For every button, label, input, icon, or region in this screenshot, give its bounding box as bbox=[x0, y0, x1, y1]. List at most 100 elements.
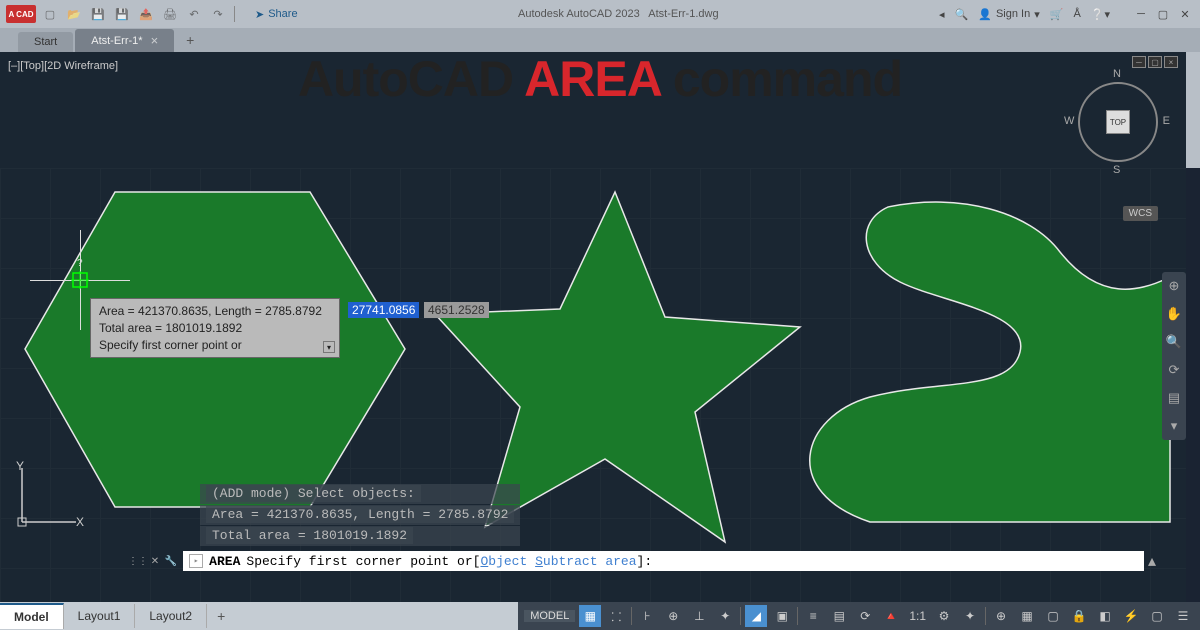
status-lwt-icon[interactable]: ≡ bbox=[802, 605, 824, 627]
status-scale-label[interactable]: 1:1 bbox=[906, 605, 929, 627]
overlay-title: AutoCAD AREA command bbox=[0, 50, 1200, 108]
status-dyninput-icon[interactable]: ⊕ bbox=[662, 605, 684, 627]
tooltip-line-prompt: Specify first corner point or bbox=[99, 337, 331, 354]
command-expand-icon[interactable]: ▴ bbox=[1148, 551, 1156, 571]
tab-active-document[interactable]: Atst-Err-1* × bbox=[75, 29, 174, 52]
history-line: Area = 421370.8635, Length = 2785.8792 bbox=[206, 506, 514, 523]
status-grid-icon[interactable]: ▦ bbox=[579, 605, 601, 627]
close-icon[interactable]: ✕ bbox=[1176, 6, 1194, 22]
command-line[interactable]: ▸ AREA Specify first corner point or [ O… bbox=[183, 551, 1144, 571]
status-snap-icon[interactable]: ⸬ bbox=[605, 605, 627, 627]
redo-icon[interactable]: ↷ bbox=[210, 6, 226, 22]
share-button[interactable]: ➤ Share bbox=[255, 8, 298, 21]
tooltip-line-total: Total area = 1801019.1892 bbox=[99, 320, 331, 337]
viewcube-west[interactable]: W bbox=[1064, 115, 1074, 127]
chevron-left-icon[interactable]: ◂ bbox=[939, 8, 945, 21]
status-custom-icon[interactable]: ☰ bbox=[1172, 605, 1194, 627]
status-polar-icon[interactable]: ✦ bbox=[714, 605, 736, 627]
status-transparency-icon[interactable]: ▤ bbox=[828, 605, 850, 627]
title-bar-right: ◂ 🔍 👤 Sign In ▾ 🛒 Å ❔▾ ─ ▢ ✕ bbox=[939, 6, 1194, 22]
status-isolate-icon[interactable]: ◧ bbox=[1094, 605, 1116, 627]
dynamic-input-x[interactable]: 27741.0856 bbox=[348, 302, 419, 318]
tab-start[interactable]: Start bbox=[18, 32, 73, 52]
plot-icon[interactable]: 🖨 bbox=[162, 6, 178, 22]
command-option-subtract[interactable]: Subtract area bbox=[535, 554, 636, 569]
viewcube-face[interactable]: TOP bbox=[1106, 110, 1130, 134]
command-handle[interactable]: ⋮⋮ ✕ 🔧 bbox=[128, 556, 177, 567]
status-hwacc-icon[interactable]: ⚡ bbox=[1120, 605, 1142, 627]
ucs-icon[interactable]: X Y bbox=[14, 460, 84, 530]
status-lockui-icon[interactable]: 🔒 bbox=[1068, 605, 1090, 627]
navigation-bar: ⊕ ✋ 🔍 ⟳ ▤ ▾ bbox=[1162, 272, 1186, 440]
command-name: AREA bbox=[209, 554, 240, 569]
drawing-canvas[interactable]: ? Area = 421370.8635, Length = 2785.8792… bbox=[0, 52, 1186, 602]
ucs-x-label: X bbox=[76, 515, 84, 529]
tab-close-icon[interactable]: × bbox=[151, 33, 159, 48]
nav-orbit-icon[interactable]: ⟳ bbox=[1162, 356, 1186, 384]
undo-icon[interactable]: ↶ bbox=[186, 6, 202, 22]
maximize-icon[interactable]: ▢ bbox=[1154, 6, 1172, 22]
share-icon: ➤ bbox=[255, 8, 264, 21]
cursor-badge: ? bbox=[77, 258, 83, 269]
status-cycling-icon[interactable]: ⟳ bbox=[854, 605, 876, 627]
dynamic-input-y[interactable]: 4651.2528 bbox=[424, 302, 489, 318]
autodesk-icon[interactable]: Å bbox=[1073, 8, 1080, 20]
layout-add-button[interactable]: + bbox=[207, 603, 235, 629]
status-3dosnap-icon[interactable]: ▣ bbox=[771, 605, 793, 627]
status-units-icon[interactable]: ▦ bbox=[1016, 605, 1038, 627]
web-open-icon[interactable]: 📤 bbox=[138, 6, 154, 22]
history-line: (ADD mode) Select objects: bbox=[206, 485, 421, 502]
signin-label: Sign In bbox=[996, 8, 1030, 20]
open-icon[interactable]: 📂 bbox=[66, 6, 82, 22]
viewcube-east[interactable]: E bbox=[1163, 115, 1170, 127]
status-cleanscreen-icon[interactable]: ▢ bbox=[1146, 605, 1168, 627]
share-label: Share bbox=[268, 8, 297, 20]
status-ortho-icon[interactable]: ⊥ bbox=[688, 605, 710, 627]
nav-showmotion-icon[interactable]: ▤ bbox=[1162, 384, 1186, 412]
window-controls: ─ ▢ ✕ bbox=[1132, 6, 1194, 22]
overlay-part3: command bbox=[660, 51, 902, 107]
status-modelspace[interactable]: MODEL bbox=[524, 610, 575, 622]
saveas-icon[interactable]: 💾 bbox=[114, 6, 130, 22]
status-anno-monitor-icon[interactable]: ⊕ bbox=[990, 605, 1012, 627]
cart-icon[interactable]: 🛒 bbox=[1050, 8, 1064, 21]
layout-tab-1[interactable]: Layout1 bbox=[64, 604, 136, 628]
signin-button[interactable]: 👤 Sign In ▾ bbox=[978, 8, 1039, 21]
quick-access-toolbar: ▢ 📂 💾 💾 📤 🖨 ↶ ↷ ➤ Share bbox=[42, 6, 298, 22]
command-line-wrap: ⋮⋮ ✕ 🔧 ▸ AREA Specify first corner point… bbox=[128, 550, 1156, 572]
status-osnap-icon[interactable]: ◢ bbox=[745, 605, 767, 627]
nav-pan-icon[interactable]: ✋ bbox=[1162, 300, 1186, 328]
status-ws-icon[interactable]: ✦ bbox=[959, 605, 981, 627]
app-logo-icon: A CAD bbox=[6, 5, 36, 23]
command-end: : bbox=[644, 554, 652, 569]
status-gear-icon[interactable]: ⚙ bbox=[933, 605, 955, 627]
chevron-down-icon: ▾ bbox=[1034, 8, 1040, 21]
nav-zoom-icon[interactable]: 🔍 bbox=[1162, 328, 1186, 356]
layout-tab-model[interactable]: Model bbox=[0, 603, 64, 629]
curved-shape[interactable] bbox=[810, 202, 1170, 522]
overlay-part2: AREA bbox=[524, 51, 660, 107]
tooltip-line-area: Area = 421370.8635, Length = 2785.8792 bbox=[99, 303, 331, 320]
wcs-label[interactable]: WCS bbox=[1123, 206, 1158, 221]
nav-expand-icon[interactable]: ▾ bbox=[1162, 412, 1186, 440]
save-icon[interactable]: 💾 bbox=[90, 6, 106, 22]
nav-wheel-icon[interactable]: ⊕ bbox=[1162, 272, 1186, 300]
command-option-object[interactable]: Object bbox=[480, 554, 527, 569]
help-icon[interactable]: ❔▾ bbox=[1091, 8, 1110, 21]
status-infer-icon[interactable]: ⊦ bbox=[636, 605, 658, 627]
minimize-icon[interactable]: ─ bbox=[1132, 6, 1150, 22]
status-quickprops-icon[interactable]: ▢ bbox=[1042, 605, 1064, 627]
add-tab-button[interactable]: + bbox=[176, 28, 204, 52]
search-icon[interactable]: 🔍 bbox=[955, 8, 969, 21]
viewcube-south[interactable]: S bbox=[1113, 164, 1120, 176]
command-tooltip: Area = 421370.8635, Length = 2785.8792 T… bbox=[90, 298, 340, 358]
tooltip-expand-icon[interactable]: ▾ bbox=[323, 341, 335, 353]
command-prompt-text: Specify first corner point or bbox=[246, 554, 472, 569]
document-tabs: Start Atst-Err-1* × + bbox=[0, 28, 1200, 52]
app-name: Autodesk AutoCAD 2023 bbox=[518, 8, 640, 20]
overlay-part1: AutoCAD bbox=[298, 51, 524, 107]
command-history: (ADD mode) Select objects: Area = 421370… bbox=[200, 484, 520, 547]
new-icon[interactable]: ▢ bbox=[42, 6, 58, 22]
status-annoscale-icon[interactable]: 🔺 bbox=[880, 605, 902, 627]
layout-tab-2[interactable]: Layout2 bbox=[135, 604, 207, 628]
